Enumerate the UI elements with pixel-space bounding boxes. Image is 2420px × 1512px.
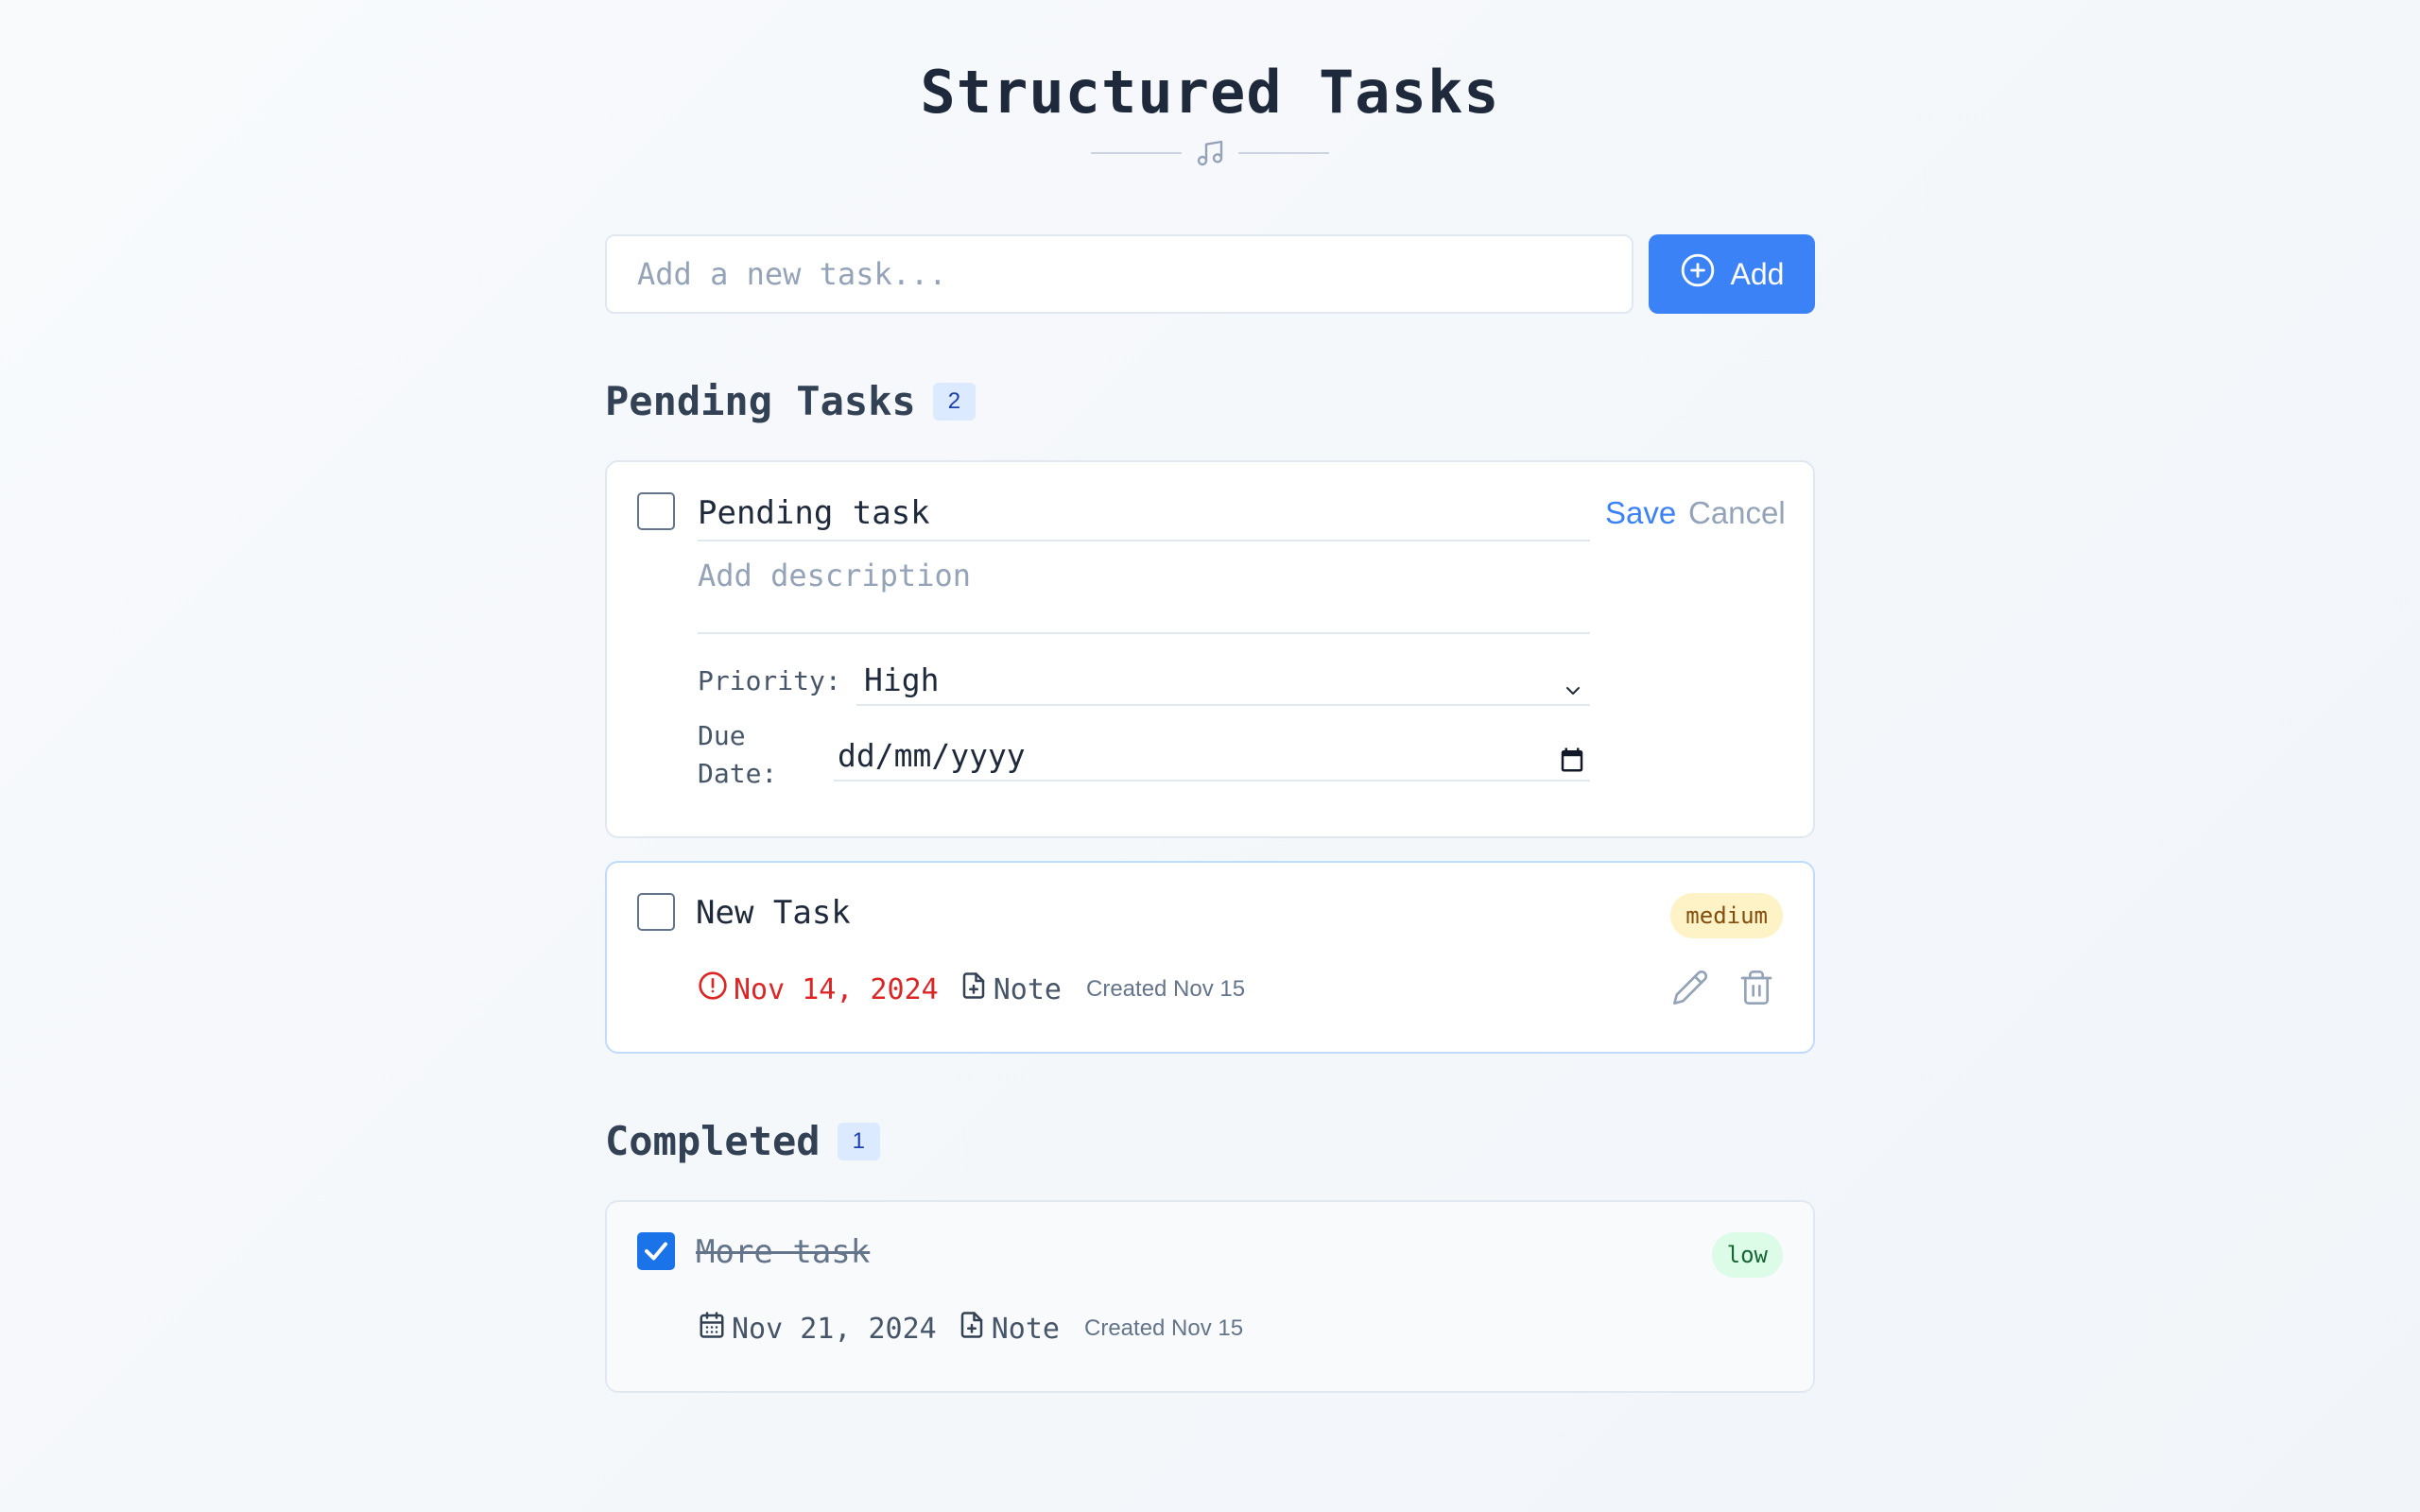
completed-heading-text: Completed: [605, 1118, 821, 1164]
due-date-value: dd/mm/yyyy: [838, 737, 1026, 774]
trash-icon[interactable]: [1737, 969, 1775, 1010]
title-divider: [0, 138, 2420, 168]
task-checkbox[interactable]: [637, 893, 675, 931]
note-indicator[interactable]: Note: [958, 1311, 1060, 1347]
music-note-icon: [1195, 138, 1225, 168]
task-meta-row: Nov 14, 2024 Note Created Nov 15: [698, 969, 1245, 1010]
alert-circle-icon: [698, 971, 728, 1008]
pending-count-badge: 2: [932, 382, 977, 421]
description-input[interactable]: Add description: [698, 555, 1590, 634]
priority-badge: medium: [1670, 893, 1783, 938]
calendar-icon: [698, 1311, 726, 1347]
completed-count-badge: 1: [837, 1122, 880, 1160]
due-date: Nov 14, 2024: [698, 971, 939, 1008]
task-checkbox-checked[interactable]: [637, 1232, 675, 1270]
file-plus-icon: [959, 971, 988, 1007]
due-date-label-line1: Due: [698, 720, 746, 751]
due-date-text: Nov 14, 2024: [734, 972, 939, 1006]
task-card-editing: Pending task Save Cancel Add description…: [605, 460, 1815, 838]
note-label: Note: [991, 1312, 1060, 1346]
task-title: New Task: [696, 894, 851, 932]
calendar-picker-icon[interactable]: [1558, 742, 1586, 785]
page-title: Structured Tasks: [920, 58, 1500, 127]
note-label: Note: [993, 972, 1062, 1006]
completed-section-heading: Completed 1: [605, 1118, 1815, 1164]
note-indicator[interactable]: Note: [959, 971, 1062, 1007]
chevron-down-icon: [1562, 670, 1584, 713]
divider-line-left: [1091, 152, 1182, 154]
due-date-label-line2: Date:: [698, 758, 778, 789]
pencil-icon[interactable]: [1671, 969, 1709, 1010]
created-date: Created Nov 15: [1086, 976, 1246, 1002]
priority-selected-value: High: [864, 662, 940, 698]
checkmark-icon: [645, 1242, 667, 1261]
pending-heading-text: Pending Tasks: [605, 378, 916, 424]
task-card[interactable]: New Task medium Nov 14, 2024 Note Create…: [605, 861, 1815, 1054]
priority-label: Priority:: [698, 665, 841, 696]
priority-badge: low: [1711, 1232, 1783, 1278]
task-meta-row: Nov 21, 2024 Note Created Nov 15: [698, 1308, 1243, 1349]
due-date-text: Nov 21, 2024: [732, 1312, 937, 1346]
task-actions: [1671, 969, 1775, 1010]
task-title-input[interactable]: Pending task: [698, 492, 1590, 541]
due-date: Nov 21, 2024: [698, 1311, 937, 1347]
new-task-input[interactable]: [605, 234, 1634, 314]
due-date-input[interactable]: dd/mm/yyyy: [834, 734, 1590, 782]
plus-circle-icon: [1680, 252, 1716, 296]
add-task-button[interactable]: Add: [1649, 234, 1815, 314]
task-title: More task: [696, 1233, 871, 1271]
task-checkbox[interactable]: [637, 492, 675, 530]
main-content: Add Pending Tasks 2 Pending task Save Ca…: [605, 234, 1815, 1393]
priority-select[interactable]: High: [856, 659, 1590, 706]
add-button-label: Add: [1730, 256, 1785, 291]
created-date: Created Nov 15: [1084, 1315, 1244, 1341]
file-plus-icon: [958, 1311, 986, 1347]
pending-section-heading: Pending Tasks 2: [605, 378, 1815, 424]
save-button[interactable]: Save: [1605, 494, 1676, 532]
divider-line-right: [1238, 152, 1329, 154]
add-task-row: Add: [605, 234, 1815, 314]
header: Structured Tasks: [0, 55, 2420, 168]
task-card-completed[interactable]: More task low Nov 21, 2024 Note Created …: [605, 1200, 1815, 1393]
cancel-button[interactable]: Cancel: [1688, 494, 1786, 532]
app-root: Structured Tasks Add a new task... Add P…: [0, 0, 2420, 1512]
